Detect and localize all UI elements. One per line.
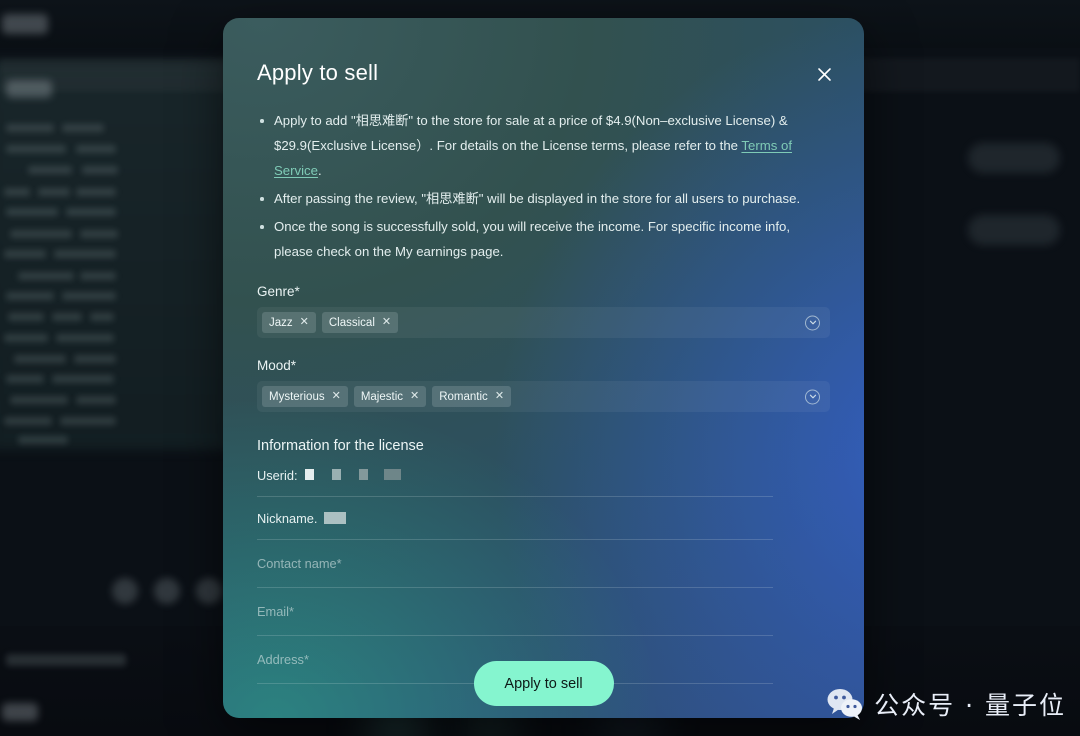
close-icon — [816, 66, 833, 83]
background-text-row — [6, 124, 54, 132]
background-icon-circle — [154, 578, 180, 604]
bullet-text: Apply to add "相思难断" to the store for sal… — [274, 113, 788, 153]
mood-tag-label: Mysterious — [269, 390, 325, 403]
genre-tag-label: Classical — [328, 316, 375, 329]
background-chip — [2, 14, 48, 34]
background-text-row — [82, 166, 118, 174]
background-text-row — [18, 272, 74, 280]
apply-to-sell-dialog: Apply to sell Apply to add "相思难断" to the… — [223, 18, 864, 718]
apply-to-sell-button[interactable]: Apply to sell — [473, 661, 614, 706]
remove-tag-icon[interactable]: ✕ — [300, 317, 309, 328]
genre-select[interactable]: Jazz ✕ Classical ✕ — [257, 307, 830, 338]
background-text-row — [52, 375, 114, 383]
nickname-row: Nickname. — [257, 497, 773, 540]
email-field-wrapper[interactable] — [257, 588, 773, 636]
background-text-row — [6, 208, 58, 216]
background-pill-button — [968, 143, 1060, 173]
background-text-row — [10, 230, 72, 238]
email-input[interactable] — [257, 604, 773, 619]
background-text-row — [80, 272, 116, 280]
close-button[interactable] — [810, 60, 838, 88]
userid-row: Userid: — [257, 454, 773, 497]
background-icon-circle — [112, 578, 138, 604]
contact-name-field-wrapper[interactable] — [257, 540, 773, 588]
mood-tag-label: Romantic — [439, 390, 488, 403]
background-text-row — [4, 417, 52, 425]
genre-label: Genre* — [257, 284, 300, 299]
background-text-row — [8, 313, 44, 321]
background-text-row — [38, 188, 70, 196]
background-text-row — [76, 396, 116, 404]
background-text-row — [54, 250, 116, 258]
genre-tag[interactable]: Classical ✕ — [321, 312, 399, 333]
bullet-text-tail: . — [317, 163, 322, 178]
mood-label: Mood* — [257, 358, 297, 373]
bullet-text: Once the song is successfully sold, you … — [274, 219, 790, 259]
genre-tag[interactable]: Jazz ✕ — [262, 312, 316, 333]
remove-tag-icon[interactable]: ✕ — [495, 391, 504, 402]
redaction-block — [383, 469, 401, 481]
background-text-row — [28, 166, 72, 174]
background-text-row — [52, 313, 82, 321]
redaction-block — [324, 512, 347, 524]
userid-redacted-value — [304, 466, 407, 484]
background-text-row — [74, 355, 116, 363]
remove-tag-icon[interactable]: ✕ — [332, 391, 341, 402]
background-text-row — [6, 145, 66, 153]
background-text-row — [18, 436, 68, 444]
background-chip — [2, 703, 38, 721]
background-text-row — [76, 145, 116, 153]
mood-select[interactable]: Mysterious ✕ Majestic ✕ Romantic ✕ — [257, 381, 830, 412]
mood-tag-label: Majestic — [360, 390, 404, 403]
redaction-block — [332, 469, 341, 481]
watermark: 公众号 · 量子位 — [825, 686, 1066, 722]
contact-name-input[interactable] — [257, 556, 773, 571]
background-text-row — [62, 292, 116, 300]
remove-tag-icon[interactable]: ✕ — [382, 317, 391, 328]
userid-label: Userid: — [257, 467, 298, 483]
mood-tag[interactable]: Majestic ✕ — [353, 386, 427, 407]
background-pill-button — [968, 215, 1060, 245]
background-text-row — [90, 313, 114, 321]
background-text-row — [4, 250, 46, 258]
background-text-row — [4, 334, 48, 342]
list-item: Apply to add "相思难断" to the store for sal… — [257, 108, 830, 183]
background-text-row — [6, 654, 126, 666]
background-text-row — [6, 375, 44, 383]
info-bullet-list: Apply to add "相思难断" to the store for sal… — [257, 108, 830, 264]
background-icon-circle — [196, 578, 222, 604]
submit-area: Apply to sell — [223, 661, 864, 706]
background-text-row — [10, 396, 68, 404]
background-text-row — [80, 230, 118, 238]
background-text-row — [14, 355, 66, 363]
mood-tag[interactable]: Mysterious ✕ — [262, 386, 348, 407]
redaction-block — [359, 469, 369, 481]
genre-tag-label: Jazz — [269, 316, 293, 329]
redaction-block — [304, 469, 314, 481]
background-text-row — [76, 188, 116, 196]
wechat-icon — [825, 687, 865, 721]
chevron-down-circle-icon[interactable] — [805, 389, 820, 404]
bullet-text: After passing the review, "相思难断" will be… — [274, 191, 801, 206]
page-title: Apply to sell — [257, 60, 379, 85]
nickname-label: Nickname. — [257, 510, 318, 526]
background-text-row — [62, 124, 104, 132]
watermark-text: 公众号 · 量子位 — [874, 691, 1066, 720]
chevron-down-circle-icon[interactable] — [805, 315, 820, 330]
background-text-row — [56, 334, 114, 342]
mood-tag[interactable]: Romantic ✕ — [432, 386, 512, 407]
list-item: After passing the review, "相思难断" will be… — [257, 186, 830, 211]
license-section-title: Information for the license — [257, 438, 424, 454]
background-text-row — [4, 188, 30, 196]
list-item: Once the song is successfully sold, you … — [257, 214, 830, 264]
remove-tag-icon[interactable]: ✕ — [410, 391, 419, 402]
background-text-row — [60, 417, 116, 425]
background-text-row — [66, 208, 116, 216]
background-text-row — [6, 292, 54, 300]
